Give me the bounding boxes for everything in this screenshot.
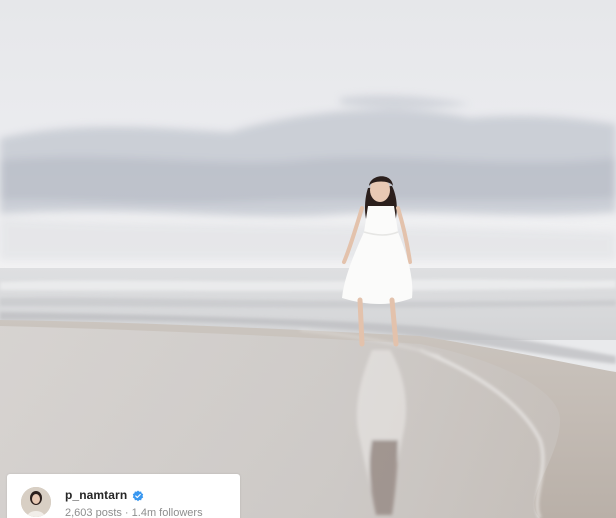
post-viewer: p_namtarn 2,603 posts · 1.4m followers (0, 0, 616, 518)
username[interactable]: p_namtarn (65, 488, 127, 502)
verified-badge-icon (132, 489, 144, 502)
username-row: p_namtarn (65, 488, 144, 502)
profile-card[interactable]: p_namtarn 2,603 posts · 1.4m followers (7, 474, 240, 518)
post-photo[interactable] (0, 0, 616, 518)
profile-stats: 2,603 posts · 1.4m followers (65, 507, 203, 518)
avatar[interactable] (21, 487, 51, 517)
